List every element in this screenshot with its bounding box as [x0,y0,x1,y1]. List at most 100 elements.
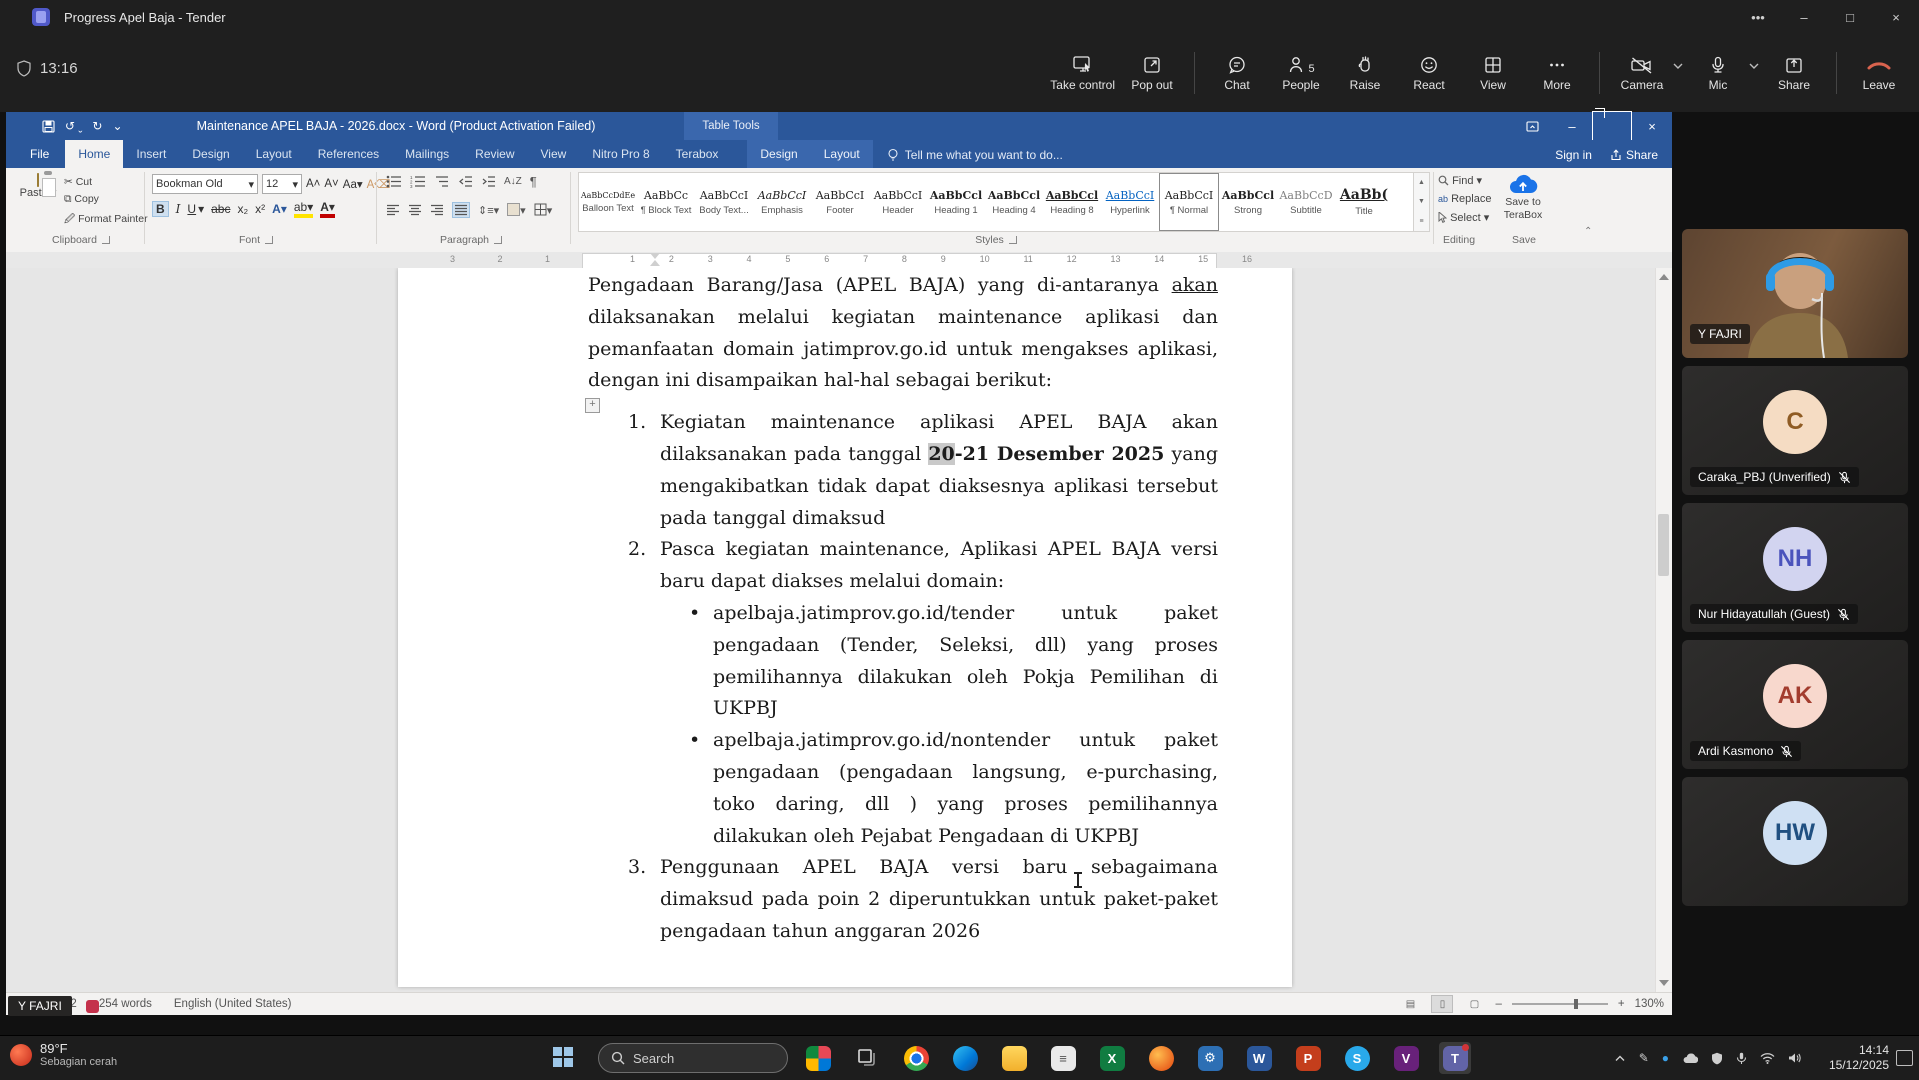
taskbar-app-firefox[interactable] [1145,1042,1177,1074]
window-minimize-button[interactable]: – [1781,0,1827,34]
onedrive-icon[interactable] [1682,1053,1698,1064]
window-more-button[interactable]: ••• [1735,0,1781,34]
notification-center-icon[interactable] [1896,1050,1913,1066]
taskbar-app-teams[interactable]: T [1439,1042,1471,1074]
line-spacing-button[interactable]: ⇕≡▾ [478,204,499,217]
find-button[interactable]: Find ▾ [1438,174,1491,187]
word-share-button[interactable]: Share [1610,148,1658,162]
taskbar-search[interactable]: Search [598,1043,788,1073]
show-paragraph-marks-button[interactable]: ¶ [530,174,537,189]
taskbar-app-file-explorer[interactable] [998,1042,1030,1074]
raise-hand-button[interactable]: Raise [1333,55,1397,92]
start-button[interactable] [552,1046,574,1068]
more-button[interactable]: More [1525,55,1589,92]
pop-out-button[interactable]: Pop out [1120,55,1184,92]
qat-customize-icon[interactable]: ⌄ [112,119,122,133]
zoom-level[interactable]: 130% [1635,998,1664,1010]
justify-button[interactable] [452,202,470,218]
window-maximize-button[interactable]: □ [1827,0,1873,34]
taskbar-app-excel[interactable]: X [1096,1042,1128,1074]
italic-button[interactable]: I [176,202,181,216]
ribbon-tab[interactable]: Mailings [392,140,462,168]
dialog-launcher-icon[interactable] [494,236,503,244]
style-item[interactable]: AaBbCcI Hyperlink [1101,173,1159,231]
word-restore-button[interactable] [1592,108,1632,141]
taskbar-app-edge[interactable] [949,1042,981,1074]
participant-tile[interactable]: NH Nur Hidayatullah (Guest) [1682,503,1908,632]
vertical-scrollbar[interactable] [1655,268,1672,992]
taskbar-weather[interactable]: 89°F Sebagian cerah [10,1041,117,1068]
scroll-up-arrow[interactable] [1659,274,1669,280]
grow-font-button[interactable]: A˄ [306,178,320,190]
first-line-indent-marker[interactable] [650,253,660,259]
word-close-button[interactable]: × [1632,112,1672,140]
cut-button[interactable]: ✂ Cut [64,176,148,188]
chat-button[interactable]: Chat [1205,55,1269,92]
dialog-launcher-icon[interactable] [1008,236,1017,244]
print-layout-button[interactable]: ▯ [1431,995,1454,1013]
style-item[interactable]: AaBbCcDdEe Balloon Text [579,173,637,231]
style-item[interactable]: AaBbCcI Footer [811,173,869,231]
ribbon-tab[interactable]: Insert [123,140,179,168]
style-item[interactable]: AaBbCc ¶ Block Text [637,173,695,231]
ribbon-tab[interactable]: Review [462,140,527,168]
paste-button[interactable]: Paste ▾ [18,171,58,199]
strikethrough-button[interactable]: abc [211,202,230,216]
replace-button[interactable]: ab Replace [1438,193,1491,205]
ribbon-tab[interactable]: File [14,140,66,168]
increase-indent-button[interactable] [481,175,496,188]
hanging-indent-marker[interactable] [650,260,660,266]
microphone-tray-icon[interactable] [1736,1052,1747,1065]
shrink-font-button[interactable]: A˅ [324,178,338,190]
zoom-slider-thumb[interactable] [1573,999,1578,1009]
align-left-button[interactable] [386,204,400,216]
ribbon-tab[interactable]: Layout [810,140,873,168]
underline-button[interactable]: U [187,202,196,216]
scroll-down-arrow[interactable] [1659,980,1669,986]
borders-button[interactable]: ▾ [534,203,552,217]
ribbon-tab[interactable]: Design [179,140,242,168]
style-item[interactable]: AaBbCcI ¶ Normal [1159,173,1219,231]
taskbar-clock[interactable]: 14:14 15/12/2025 [1829,1043,1889,1073]
mic-button[interactable]: Mic [1686,55,1750,92]
ribbon-display-options-icon[interactable] [1512,112,1552,140]
numbered-list-button[interactable]: 123 [410,175,426,188]
word-minimize-button[interactable]: – [1552,112,1592,140]
view-button[interactable]: View [1461,55,1525,92]
bullet-list-button[interactable] [386,175,402,188]
save-icon[interactable] [42,119,55,133]
select-button[interactable]: Select ▾ [1438,210,1491,224]
scroll-thumb[interactable] [1658,514,1669,576]
ribbon-tab[interactable]: References [305,140,392,168]
zoom-slider[interactable] [1511,999,1608,1009]
camera-button[interactable]: Camera [1610,55,1674,92]
window-close-button[interactable]: × [1873,0,1919,34]
styles-gallery-scroll[interactable]: ▲ ▼ ≡ [1413,172,1430,232]
word-count[interactable]: 254 words [99,998,152,1010]
sign-in-link[interactable]: Sign in [1555,148,1592,162]
zoom-in-button[interactable]: + [1618,998,1625,1010]
security-shield-icon[interactable] [1711,1052,1723,1065]
ribbon-tab[interactable]: Nitro Pro 8 [579,140,662,168]
taskbar-app-settings[interactable]: ⚙ [1194,1042,1226,1074]
style-item[interactable]: AaBbCcl Heading 4 [985,173,1043,231]
taskbar-app-task-view[interactable] [851,1042,883,1074]
dialog-launcher-icon[interactable] [101,236,110,244]
show-hidden-icons-chevron[interactable] [1614,1054,1626,1062]
font-color-button[interactable]: A▾ [320,200,335,218]
highlight-button[interactable]: ab▾ [293,200,314,218]
taskbar-app-visual-studio[interactable]: V [1390,1042,1422,1074]
taskbar-app-notepad[interactable]: ≡ [1047,1042,1079,1074]
redo-icon[interactable]: ↻ [92,119,102,133]
style-item[interactable]: AaBbCcl Heading 1 [927,173,985,231]
read-mode-button[interactable]: ▤ [1399,995,1421,1013]
leave-button[interactable]: Leave [1847,55,1911,92]
sort-button[interactable]: A↓Z [504,176,522,187]
ribbon-tab[interactable]: Terabox [663,140,732,168]
participant-tile[interactable]: HW [1682,777,1908,906]
horizontal-ruler[interactable]: 321 1 2 3 4 5 6 7 8 9 10 11 12 13 14 15 16 [6,252,1672,269]
align-right-button[interactable] [430,204,444,216]
mic-options-chevron[interactable] [1748,62,1760,70]
ribbon-tab[interactable]: Layout [243,140,305,168]
ribbon-tab[interactable]: Design [747,140,811,168]
